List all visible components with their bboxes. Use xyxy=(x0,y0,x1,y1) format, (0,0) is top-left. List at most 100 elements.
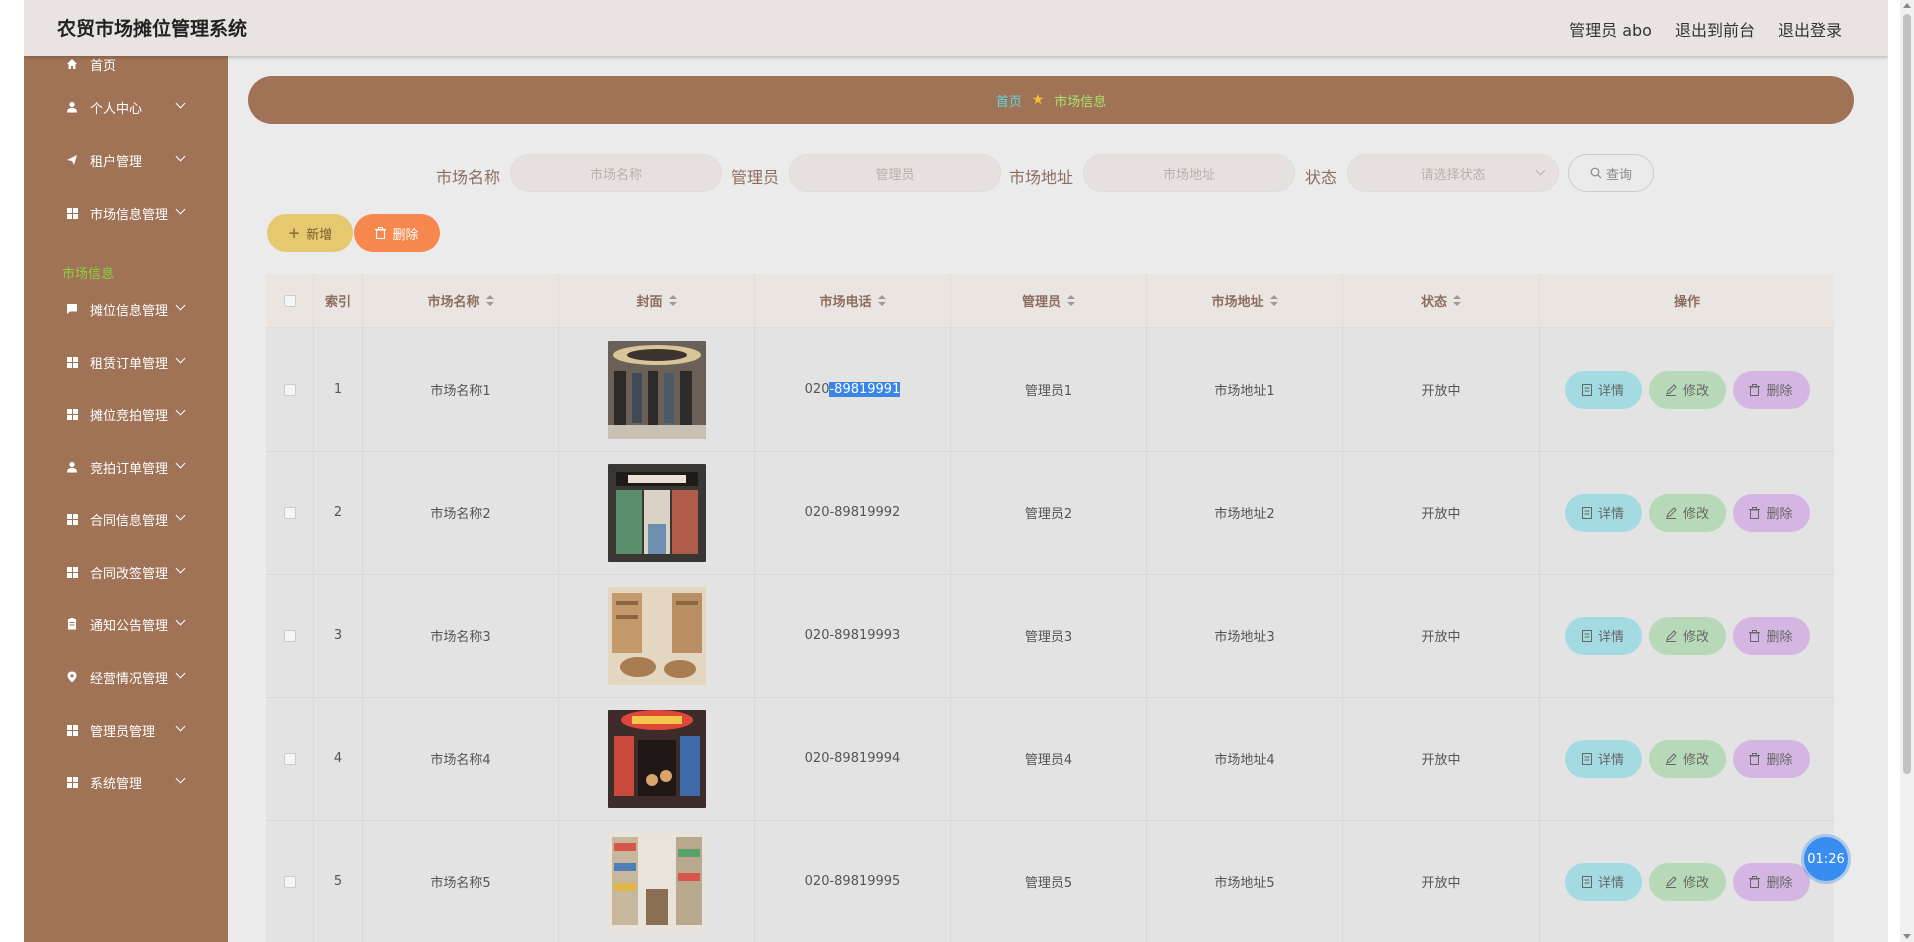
sort-icon[interactable] xyxy=(1269,294,1278,307)
send-icon xyxy=(66,154,78,166)
sidebar-item-contract-change[interactable]: 合同改签管理 xyxy=(24,558,228,586)
sidebar-item-market-info[interactable]: 市场信息管理 xyxy=(24,199,228,227)
chevron-down-icon xyxy=(175,405,186,416)
address-input[interactable]: 市场地址 xyxy=(1083,154,1295,192)
cell-phone: 020-89819995 xyxy=(755,820,951,942)
sidebar-item-notices[interactable]: 通知公告管理 xyxy=(24,610,228,638)
chevron-down-icon xyxy=(175,510,186,521)
row-checkbox[interactable] xyxy=(283,383,296,396)
cell-manager: 管理员4 xyxy=(951,697,1147,820)
edit-button[interactable]: 修改 xyxy=(1648,370,1726,409)
cover-image[interactable] xyxy=(607,340,706,439)
detail-button[interactable]: 详情 xyxy=(1564,493,1642,532)
sidebar-item-stall-auction[interactable]: 摊位竞拍管理 xyxy=(24,400,228,428)
sort-icon[interactable] xyxy=(1067,294,1075,307)
delete-button[interactable]: 删除 xyxy=(1732,862,1810,901)
cell-phone: 020 -89819991 xyxy=(755,328,951,451)
edit-button[interactable]: 修改 xyxy=(1648,862,1726,901)
vertical-scrollbar[interactable] xyxy=(1900,0,1914,942)
logout-link[interactable]: 退出登录 xyxy=(1778,17,1842,41)
manager-input[interactable]: 管理员 xyxy=(789,154,1001,192)
select-all-cell xyxy=(266,274,314,327)
selected-text: -89819991 xyxy=(829,382,901,397)
row-checkbox[interactable] xyxy=(283,629,296,642)
cover-image[interactable] xyxy=(607,832,706,931)
sidebar-item-contract-info[interactable]: 合同信息管理 xyxy=(24,505,228,533)
sort-icon[interactable] xyxy=(668,294,677,307)
sidebar-item-admins[interactable]: 管理员管理 xyxy=(24,716,228,744)
cell-status: 开放中 xyxy=(1343,820,1540,942)
chevron-down-icon xyxy=(175,773,186,784)
th-phone[interactable]: 市场电话 xyxy=(755,274,951,327)
chevron-down-icon xyxy=(175,98,186,109)
breadcrumb: 首页 ★ 市场信息 xyxy=(248,76,1854,124)
cover-image[interactable] xyxy=(607,463,706,562)
page-frame: 农贸市场摊位管理系统 管理员 abo 退出到前台 退出登录 首页 个人中心 租户… xyxy=(24,0,1888,942)
trash-icon xyxy=(1749,506,1761,519)
detail-button[interactable]: 详情 xyxy=(1564,616,1642,655)
query-button[interactable]: 查询 xyxy=(1568,154,1654,192)
main-content: 首页 ★ 市场信息 市场名称 市场名称 管理员 管理员 市场地址 市场地址 状态… xyxy=(228,56,1888,942)
th-cover[interactable]: 封面 xyxy=(559,274,755,327)
sort-icon[interactable] xyxy=(1453,294,1461,307)
edit-icon xyxy=(1665,752,1677,765)
edit-button[interactable]: 修改 xyxy=(1648,616,1726,655)
breadcrumb-home[interactable]: 首页 xyxy=(996,91,1022,110)
sidebar-item-auction-orders[interactable]: 竞拍订单管理 xyxy=(24,453,228,481)
cover-image[interactable] xyxy=(607,586,706,685)
row-checkbox[interactable] xyxy=(283,752,296,765)
trash-icon xyxy=(1749,383,1761,396)
scrollbar-thumb[interactable] xyxy=(1903,14,1911,774)
cell-status: 开放中 xyxy=(1343,328,1540,451)
detail-button[interactable]: 详情 xyxy=(1564,370,1642,409)
chevron-down-icon xyxy=(175,353,186,364)
user-icon xyxy=(66,461,78,473)
sidebar-item-tenant[interactable]: 租户管理 xyxy=(24,146,228,174)
status-select[interactable]: 请选择状态 xyxy=(1347,154,1559,192)
chevron-down-icon xyxy=(1535,165,1546,176)
cover-image[interactable] xyxy=(607,709,706,808)
cell-address: 市场地址4 xyxy=(1147,697,1343,820)
th-status[interactable]: 状态 xyxy=(1343,274,1540,327)
sidebar-item-personal-center[interactable]: 个人中心 xyxy=(24,93,228,121)
exit-to-front-link[interactable]: 退出到前台 xyxy=(1675,17,1755,41)
delete-button[interactable]: 删除 xyxy=(1732,616,1810,655)
cell-phone: 020-89819992 xyxy=(755,451,951,574)
sort-icon[interactable] xyxy=(485,294,494,307)
chevron-down-icon xyxy=(175,151,186,162)
th-manager[interactable]: 管理员 xyxy=(951,274,1147,327)
batch-delete-button[interactable]: 删除 xyxy=(354,214,440,252)
cell-address: 市场地址1 xyxy=(1147,328,1343,451)
sidebar-item-lease-orders[interactable]: 租赁订单管理 xyxy=(24,348,228,376)
cell-market-name: 市场名称5 xyxy=(363,820,559,942)
select-all-checkbox[interactable] xyxy=(283,294,296,307)
scroll-up-icon[interactable] xyxy=(1903,3,1911,8)
th-address[interactable]: 市场地址 xyxy=(1147,274,1343,327)
search-icon xyxy=(1590,167,1602,179)
delete-button[interactable]: 删除 xyxy=(1732,739,1810,778)
sidebar-item-operations[interactable]: 经营情况管理 xyxy=(24,663,228,691)
detail-button[interactable]: 详情 xyxy=(1564,862,1642,901)
market-name-input[interactable]: 市场名称 xyxy=(510,154,722,192)
timer-badge[interactable]: 01:26 xyxy=(1804,837,1848,881)
th-market-name[interactable]: 市场名称 xyxy=(363,274,559,327)
sort-icon[interactable] xyxy=(877,294,886,307)
scroll-down-icon[interactable] xyxy=(1903,934,1911,939)
row-checkbox[interactable] xyxy=(283,875,296,888)
cell-status: 开放中 xyxy=(1343,574,1540,697)
chevron-down-icon xyxy=(175,668,186,679)
sidebar-item-system[interactable]: 系统管理 xyxy=(24,768,228,796)
sidebar-subitem-market-info[interactable]: 市场信息 xyxy=(62,263,114,282)
delete-button[interactable]: 删除 xyxy=(1732,370,1810,409)
edit-button[interactable]: 修改 xyxy=(1648,739,1726,778)
table-header: 索引 市场名称 封面 市场电话 管理员 市场地址 状态 操作 xyxy=(266,274,1834,328)
row-checkbox[interactable] xyxy=(283,506,296,519)
add-button[interactable]: + 新增 xyxy=(267,214,353,252)
cell-market-name: 市场名称4 xyxy=(363,697,559,820)
edit-button[interactable]: 修改 xyxy=(1648,493,1726,532)
delete-button[interactable]: 删除 xyxy=(1732,493,1810,532)
detail-button[interactable]: 详情 xyxy=(1564,739,1642,778)
sidebar-item-stall-info[interactable]: 摊位信息管理 xyxy=(24,295,228,323)
table-row: 4 市场名称4 020-89819994 管理员4 市场地址4 开放中 详情 修… xyxy=(266,697,1834,821)
cell-index: 3 xyxy=(314,574,363,697)
